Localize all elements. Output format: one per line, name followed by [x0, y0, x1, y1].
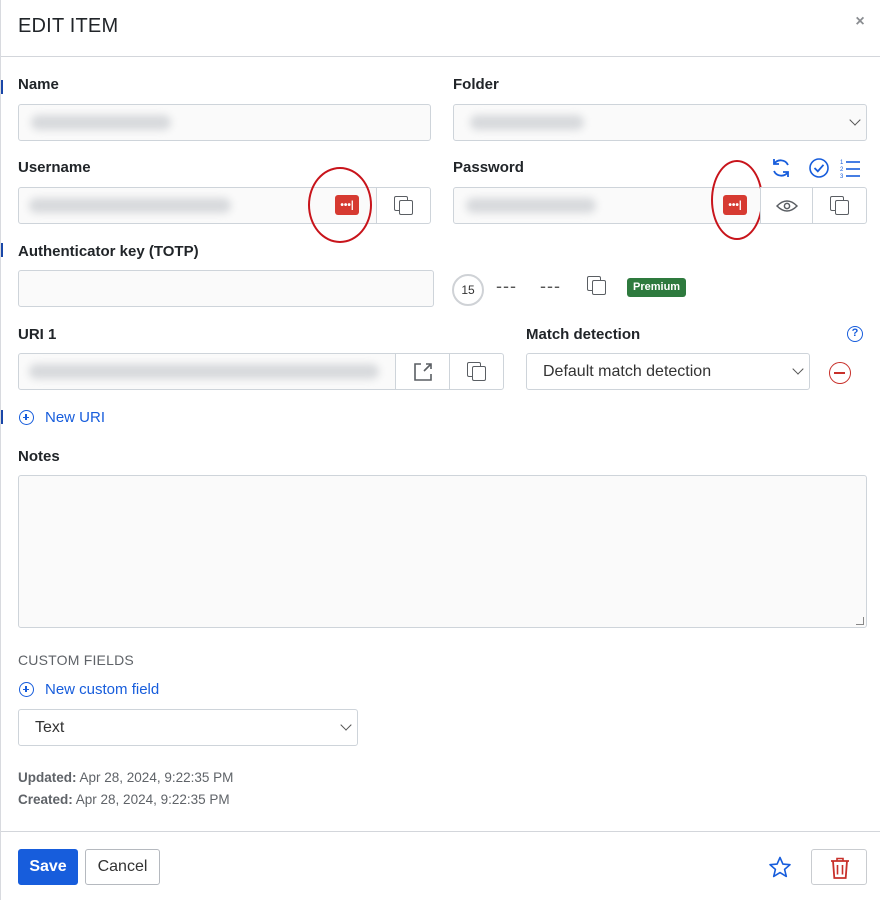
- copy-icon: [829, 195, 850, 216]
- totp-code-part: ---: [496, 276, 517, 296]
- copy-totp-button[interactable]: [587, 276, 607, 296]
- refresh-icon[interactable]: [770, 157, 792, 179]
- numbered-list-icon[interactable]: 1 2 3: [839, 157, 861, 179]
- background-edge: [1, 410, 3, 424]
- background-edge: [1, 243, 3, 257]
- dialog-header: EDIT ITEM ×: [1, 0, 880, 57]
- redacted-value: [29, 364, 379, 379]
- chevron-down-icon: [792, 363, 804, 375]
- delete-button[interactable]: [811, 849, 867, 885]
- custom-field-type-value: Text: [35, 719, 65, 736]
- match-detection-value: Default match detection: [543, 363, 712, 380]
- plus-circle-icon[interactable]: [19, 682, 34, 697]
- star-icon[interactable]: [768, 856, 792, 878]
- launch-uri-button[interactable]: [395, 353, 450, 390]
- plus-circle-icon[interactable]: [19, 410, 34, 425]
- copy-icon: [587, 276, 607, 296]
- svg-text:3: 3: [840, 174, 844, 179]
- totp-input[interactable]: [18, 270, 434, 307]
- close-icon[interactable]: ×: [852, 12, 868, 32]
- created-info: Created: Apr 28, 2024, 9:22:35 PM: [18, 792, 230, 807]
- notes-label: Notes: [18, 448, 60, 465]
- copy-username-button[interactable]: [376, 187, 431, 224]
- dialog-title: EDIT ITEM: [18, 15, 119, 37]
- updated-label: Updated:: [18, 770, 77, 785]
- totp-label: Authenticator key (TOTP): [18, 243, 199, 260]
- name-input[interactable]: [18, 104, 431, 141]
- edit-item-dialog: EDIT ITEM × Name Folder Username •••| Pa…: [0, 0, 880, 900]
- custom-field-type-select[interactable]: Text: [18, 709, 358, 746]
- redacted-value: [31, 115, 171, 130]
- cancel-button[interactable]: Cancel: [85, 849, 160, 885]
- eye-icon: [775, 199, 798, 212]
- custom-fields-heading: CUSTOM FIELDS: [18, 652, 134, 668]
- copy-icon: [393, 195, 414, 216]
- svg-text:1: 1: [840, 160, 844, 166]
- redacted-value: [29, 198, 231, 213]
- svg-text:2: 2: [840, 167, 844, 173]
- save-button[interactable]: Save: [18, 849, 78, 885]
- remove-uri-icon[interactable]: [829, 362, 851, 384]
- premium-badge: Premium: [627, 278, 687, 297]
- chevron-down-icon: [340, 719, 352, 731]
- totp-countdown: 15: [452, 274, 484, 306]
- toggle-visibility-button[interactable]: [760, 187, 813, 224]
- resize-handle[interactable]: [856, 617, 864, 625]
- redacted-value: [470, 115, 584, 130]
- folder-select[interactable]: [453, 104, 867, 141]
- check-circle-icon[interactable]: [808, 157, 830, 179]
- updated-info: Updated: Apr 28, 2024, 9:22:35 PM: [18, 770, 233, 785]
- new-custom-field-link[interactable]: New custom field: [45, 681, 159, 698]
- redacted-value: [466, 198, 596, 213]
- copy-icon: [466, 361, 487, 382]
- name-label: Name: [18, 76, 59, 93]
- match-detection-select[interactable]: Default match detection: [526, 353, 810, 390]
- created-label: Created:: [18, 792, 73, 807]
- match-detection-label: Match detection: [526, 326, 641, 343]
- help-icon[interactable]: ?: [847, 326, 863, 342]
- copy-uri-button[interactable]: [449, 353, 504, 390]
- copy-password-button[interactable]: [812, 187, 867, 224]
- highlight-circle: [308, 167, 372, 243]
- totp-code-part: ---: [540, 276, 561, 296]
- password-label: Password: [453, 159, 524, 176]
- username-label: Username: [18, 159, 91, 176]
- trash-icon: [831, 857, 849, 879]
- updated-value: Apr 28, 2024, 9:22:35 PM: [79, 770, 234, 785]
- highlight-circle: [711, 160, 763, 240]
- uri-label: URI 1: [18, 326, 57, 343]
- chevron-down-icon: [849, 114, 861, 126]
- background-edge: [1, 80, 3, 94]
- new-uri-link[interactable]: New URI: [45, 409, 105, 426]
- uri-input[interactable]: [18, 353, 396, 390]
- created-value: Apr 28, 2024, 9:22:35 PM: [75, 792, 230, 807]
- notes-textarea[interactable]: [18, 475, 867, 628]
- folder-label: Folder: [453, 76, 499, 93]
- launch-icon: [413, 362, 432, 381]
